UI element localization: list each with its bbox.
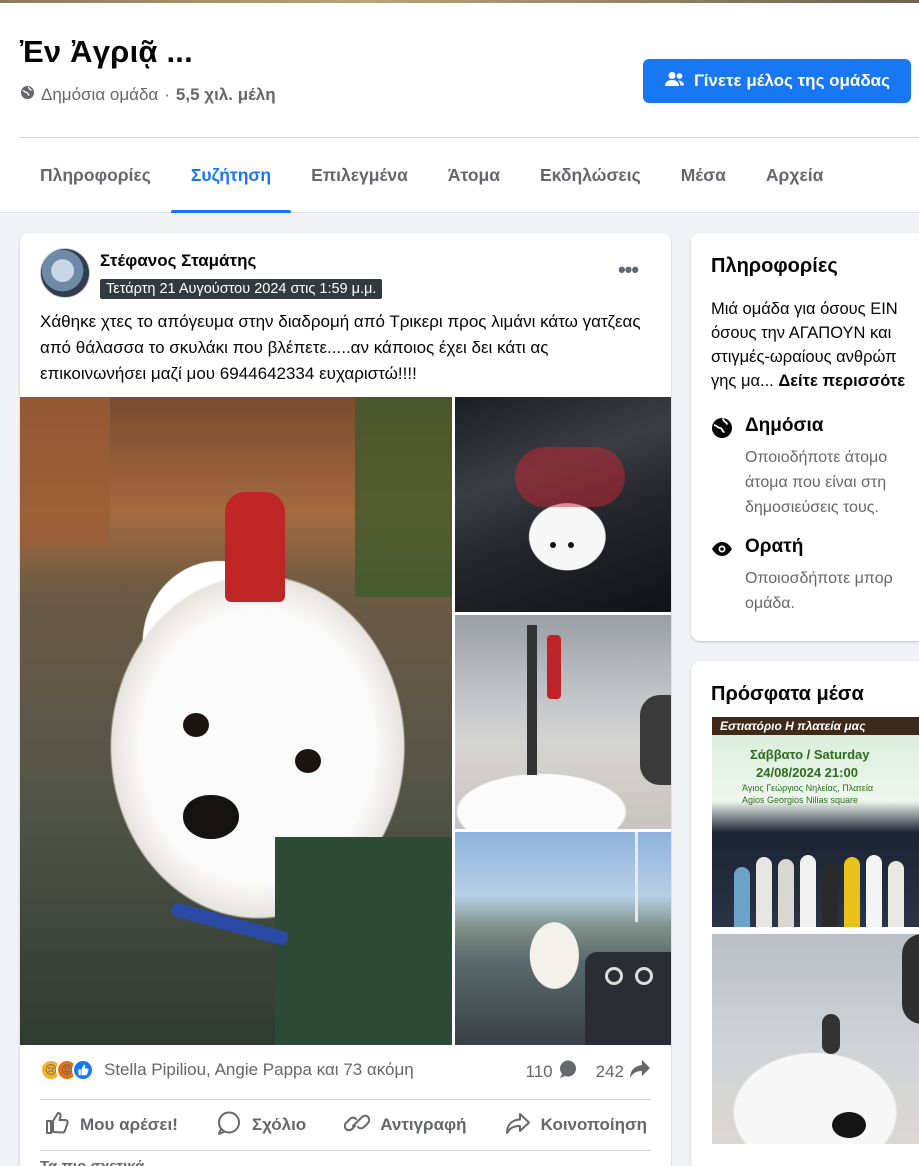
reaction-names[interactable]: Stella Pipiliou, Angie Pappa και 73 ακόμ… <box>104 1060 414 1080</box>
comments-divider <box>40 1150 651 1151</box>
about-description: Μιά ομάδα για όσους ΕΙΝ όσους την ΑΓΑΠΟΥ… <box>711 297 919 393</box>
comments-count[interactable]: 110 <box>526 1059 578 1084</box>
post-card: Στέφανος Σταμάτης Τετάρτη 21 Αυγούστου 2… <box>20 233 671 1166</box>
like-reaction-icon <box>72 1059 94 1081</box>
tab-files[interactable]: Αρχεία <box>746 138 843 213</box>
recent-media-title: Πρόσφατα μέσα <box>711 683 864 705</box>
tab-media[interactable]: Μέσα <box>661 138 746 213</box>
group-member-count[interactable]: 5,5 χιλ. μέλη <box>176 85 276 105</box>
poster-date: Σάββατο / Saturday <box>750 747 870 762</box>
ellipsis-icon: ••• <box>617 257 639 282</box>
share-arrow-icon <box>629 1059 651 1084</box>
about-desc-line: Μιά ομάδα για όσους ΕΙΝ <box>711 300 898 318</box>
recent-media-card: Πρόσφατα μέσα Εστιατόριο Η πλατεία μας Σ… <box>691 661 919 1166</box>
recent-media-poster[interactable]: Εστιατόριο Η πλατεία μας Σάββατο / Satur… <box>712 717 919 927</box>
tab-events[interactable]: Εκδηλώσεις <box>520 138 661 213</box>
post-photo-street[interactable] <box>455 615 671 829</box>
privacy-public-line: άτομα που είναι στη <box>745 474 887 491</box>
share-icon <box>505 1111 531 1140</box>
privacy-public-description: Οποιοδήποτε άτομο άτομα που είναι στη δη… <box>745 445 887 520</box>
post-author[interactable]: Στέφανος Σταμάτης <box>100 251 256 271</box>
privacy-public-label: Δημόσια <box>745 415 824 436</box>
join-group-button[interactable]: Γίνετε μέλος της ομάδας <box>643 59 911 103</box>
shares-count[interactable]: 242 <box>596 1059 651 1084</box>
share-button[interactable]: Κοινοποίηση <box>501 1111 651 1140</box>
visibility-label: Ορατή <box>745 536 804 557</box>
comments-count-value: 110 <box>525 1061 553 1081</box>
tab-info[interactable]: Πληροφορίες <box>20 138 171 213</box>
post-text: Χάθηκε χτες το απόγευμα στην διαδρομή απ… <box>40 312 641 383</box>
recent-media-dog-photo[interactable] <box>712 934 919 1144</box>
group-meta: Δημόσια ομάδα · 5,5 χιλ. μέλη <box>20 85 276 105</box>
about-desc-line: γης μα... <box>711 372 774 390</box>
about-desc-line: στιγμές-ωραίους ανθρώπ <box>711 348 897 366</box>
visibility-line: Οποιοσδήποτε μπορ <box>745 570 893 587</box>
poster-location-english: Agios Georgios Nilias square <box>742 795 859 805</box>
poster-time: 24/08/2024 21:00 <box>756 765 858 780</box>
about-card: Πληροφορίες Μιά ομάδα για όσους ΕΙΝ όσου… <box>691 233 919 641</box>
people-icon <box>664 71 686 92</box>
tab-featured[interactable]: Επιλεγμένα <box>291 138 428 213</box>
about-desc-line: όσους την ΑΓΑΠΟΥΝ και <box>711 324 892 342</box>
see-more-link[interactable]: Δείτε περισσότε <box>778 372 905 390</box>
post-photo-main[interactable] <box>20 397 452 1045</box>
reaction-icons: 😢 😡 <box>40 1059 94 1081</box>
eye-icon <box>711 538 733 560</box>
comment-sort-selector[interactable]: Τα πιο σχετικά <box>40 1158 144 1166</box>
post-timestamp[interactable]: Τετάρτη 21 Αυγούστου 2024 στις 1:59 μ.μ. <box>100 279 383 299</box>
reaction-summary[interactable]: 😢 😡 Stella Pipiliou, Angie Pappa και 73 … <box>40 1059 414 1081</box>
copy-label: Αντιγραφή <box>380 1115 467 1134</box>
share-label: Κοινοποίηση <box>540 1115 647 1134</box>
thumbs-up-icon <box>44 1111 70 1140</box>
comment-icon <box>216 1111 242 1140</box>
link-icon <box>343 1111 371 1140</box>
post-photo-car[interactable] <box>455 397 671 612</box>
poster-banner: Εστιατόριο Η πλατεία μας <box>712 717 919 735</box>
tab-discussion[interactable]: Συζήτηση <box>170 138 292 213</box>
join-group-label: Γίνετε μέλος της ομάδας <box>694 71 890 90</box>
comment-bubble-icon <box>558 1059 578 1084</box>
meta-separator: · <box>164 85 170 104</box>
privacy-public-line: δημοσιεύσεις τους. <box>745 499 879 516</box>
engagement-counts: 110 242 <box>526 1059 651 1084</box>
copy-link-button[interactable]: Αντιγραφή <box>340 1111 470 1140</box>
post-photo-boat[interactable] <box>455 832 671 1045</box>
comment-label: Σχόλιο <box>251 1115 307 1134</box>
about-title: Πληροφορίες <box>711 255 838 277</box>
shares-count-value: 242 <box>595 1061 624 1081</box>
group-header: Ἐν Ἀγριᾷ ... Δημόσια ομάδα · 5,5 χιλ. μέ… <box>0 0 919 213</box>
visibility-description: Οποιοσδήποτε μπορ ομάδα. <box>745 566 893 616</box>
poster-location-greek: Άγιος Γεώργιος Νηλείας, Πλατεία <box>742 783 874 793</box>
post-actions: Μου αρέσει! Σχόλιο Αντιγραφή Κοινοποίηση <box>40 1100 651 1150</box>
privacy-public-line: Οποιοδήποτε άτομο <box>745 449 888 466</box>
visibility-line: ομάδα. <box>745 595 795 612</box>
like-label: Μου αρέσει! <box>80 1115 178 1134</box>
group-title[interactable]: Ἐν Ἀγριᾷ ... <box>20 34 193 70</box>
comment-button[interactable]: Σχόλιο <box>212 1111 310 1140</box>
globe-icon <box>711 417 733 439</box>
author-avatar[interactable] <box>40 248 90 298</box>
like-button[interactable]: Μου αρέσει! <box>40 1111 182 1140</box>
cover-photo-edge <box>0 0 919 3</box>
globe-icon <box>20 85 35 105</box>
post-more-options-button[interactable]: ••• <box>610 255 646 285</box>
tab-people[interactable]: Άτομα <box>428 138 520 213</box>
group-privacy[interactable]: Δημόσια ομάδα <box>41 85 158 105</box>
group-tabs: Πληροφορίες Συζήτηση Επιλεγμένα Άτομα Εκ… <box>20 138 843 213</box>
